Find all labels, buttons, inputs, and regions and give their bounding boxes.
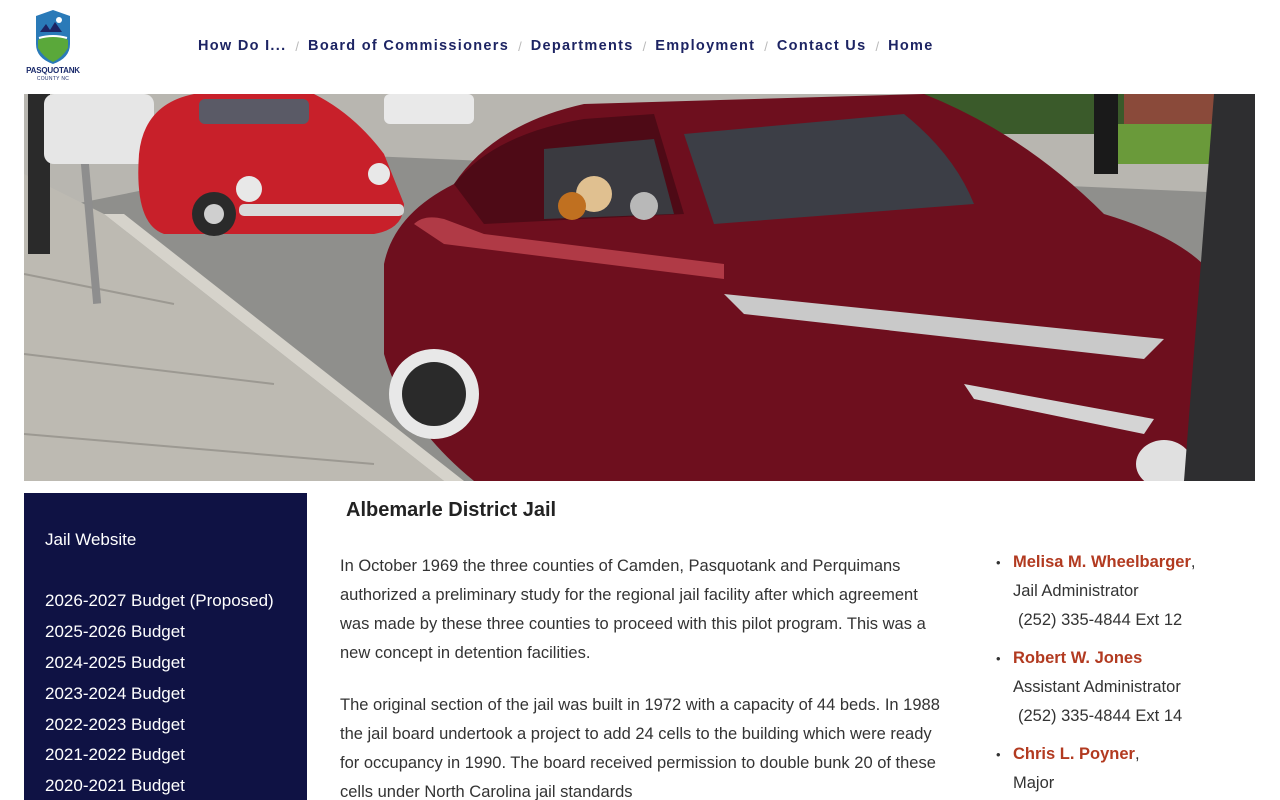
contact-item: • Chris L. Poyner, Major — [996, 740, 1266, 798]
staff-contact-list: • Melisa M. Wheelbarger, Jail Administra… — [996, 548, 1266, 800]
nav-departments[interactable]: Departments — [531, 38, 634, 54]
contact-item: • Robert W. Jones Assistant Administrato… — [996, 644, 1266, 731]
sidebar-item-2021-2022-budget[interactable]: 2021-2022 Budget — [45, 745, 185, 765]
bullet-icon: • — [996, 651, 1001, 666]
logo-name: PASQUOTANK — [26, 66, 80, 75]
bullet-icon: • — [996, 747, 1001, 762]
nav-separator: / — [518, 38, 522, 54]
contact-phone: (252) 335-4844 Ext 12 — [1018, 611, 1183, 629]
sidebar-item-2025-2026-budget[interactable]: 2025-2026 Budget — [45, 622, 185, 642]
sidebar-item-2026-2027-budget[interactable]: 2026-2027 Budget (Proposed) — [45, 591, 274, 611]
hero-image — [24, 94, 1255, 481]
contact-name-link[interactable]: Chris L. Poyner — [1013, 745, 1135, 763]
nav-contact-us[interactable]: Contact Us — [777, 38, 867, 54]
nav-separator: / — [875, 38, 880, 54]
sidebar-nav: Jail Website 2026-2027 Budget (Proposed)… — [24, 493, 307, 800]
contact-phone: (252) 335-4844 Ext 14 — [1018, 707, 1183, 725]
sidebar-item-2022-2023-budget[interactable]: 2022-2023 Budget — [45, 715, 185, 735]
main-nav: How Do I... / Board of Commissioners / D… — [198, 38, 934, 54]
intro-paragraph: In October 1969 the three counties of Ca… — [340, 557, 926, 662]
sidebar-item-2020-2021-budget[interactable]: 2020-2021 Budget — [45, 776, 185, 796]
contact-item: • Melisa M. Wheelbarger, Jail Administra… — [996, 548, 1266, 635]
contact-title: Major — [1013, 774, 1055, 792]
contact-title: Jail Administrator — [1013, 582, 1139, 600]
page-title: Albemarle District Jail — [346, 499, 557, 521]
logo-subtitle: COUNTY NC — [36, 76, 70, 82]
history-paragraph: The original section of the jail was bui… — [340, 696, 940, 800]
county-logo[interactable]: PASQUOTANK COUNTY NC — [22, 10, 84, 84]
contact-name-suffix: , — [1134, 745, 1140, 763]
logo-wordmark: PASQUOTANK COUNTY NC — [22, 67, 84, 83]
nav-separator: / — [764, 38, 768, 54]
nav-employment[interactable]: Employment — [655, 38, 755, 54]
nav-how-do-i[interactable]: How Do I... — [198, 38, 286, 54]
sidebar-item-jail-website[interactable]: Jail Website — [45, 530, 136, 550]
nav-home[interactable]: Home — [888, 38, 934, 54]
nav-board-of-commissioners[interactable]: Board of Commissioners — [308, 38, 509, 54]
sidebar-item-2023-2024-budget[interactable]: 2023-2024 Budget — [45, 684, 185, 704]
nav-separator: / — [295, 38, 300, 54]
bullet-icon: • — [996, 555, 1001, 570]
contact-name-suffix: , — [1190, 553, 1196, 571]
contact-name-link[interactable]: Robert W. Jones — [1013, 649, 1142, 667]
hero-photo-illustration — [24, 94, 1255, 481]
nav-separator: / — [642, 38, 647, 54]
sidebar-item-2024-2025-budget[interactable]: 2024-2025 Budget — [45, 653, 185, 673]
site-header: PASQUOTANK COUNTY NC How Do I... / Board… — [0, 0, 1280, 94]
county-seal-icon — [36, 10, 70, 64]
contact-title: Assistant Administrator — [1013, 678, 1181, 696]
contact-name-link[interactable]: Melisa M. Wheelbarger — [1013, 553, 1191, 571]
